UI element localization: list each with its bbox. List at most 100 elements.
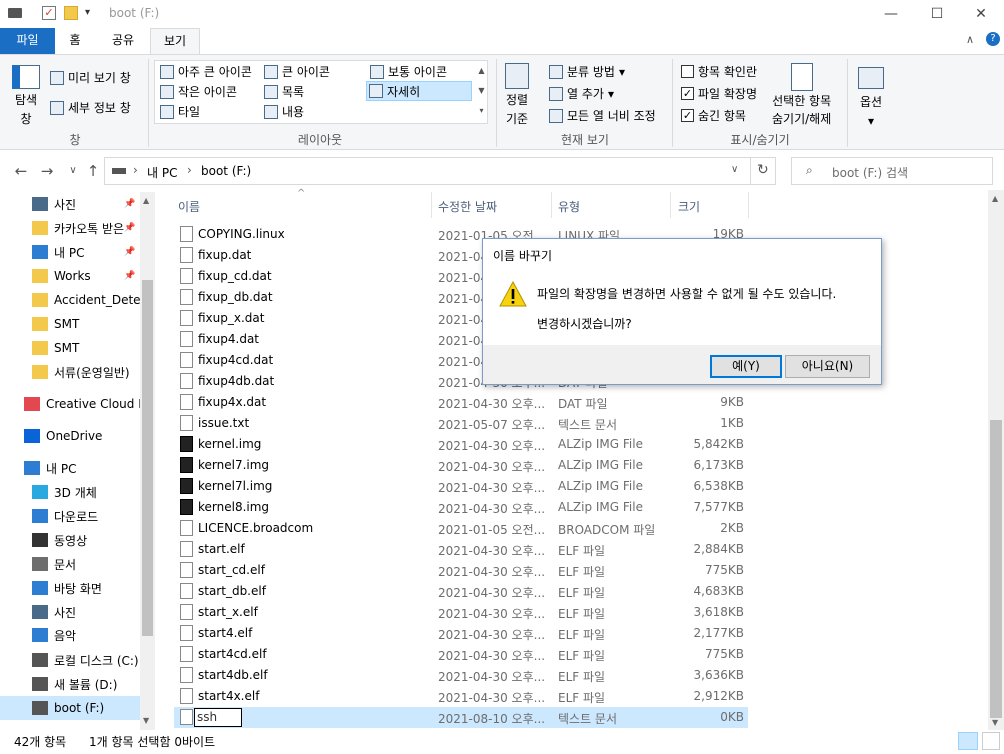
table-row[interactable]: kernel.img 2021-04-30 오후... ALZip IMG File… <box>174 434 748 455</box>
table-row[interactable]: start_db.elf 2021-04-30 오후... ELF 파일 4,683K… <box>174 581 748 602</box>
column-header-type[interactable]: 유형 <box>558 198 580 215</box>
size-all-columns-button[interactable]: 모든 열 너비 조정 <box>549 107 656 124</box>
sidebar-item[interactable]: Accident_Detect <box>0 288 140 312</box>
table-row[interactable]: kernel7l.img 2021-04-30 오후... ALZip IMG Fi… <box>174 476 748 497</box>
nav-scroll-down-icon[interactable]: ▼ <box>143 716 149 725</box>
table-row[interactable]: start4cd.elf 2021-04-30 오후... ELF 파일 775KB <box>174 644 748 665</box>
drive-icon <box>112 168 126 174</box>
tab-home[interactable]: 홈 <box>60 28 90 54</box>
tab-view[interactable]: 보기 <box>150 28 200 54</box>
table-row[interactable]: fixup4x.dat 2021-04-30 오후... DAT 파일 9KB <box>174 392 748 413</box>
sidebar-item[interactable]: 내 PC <box>0 456 140 480</box>
forward-button[interactable]: → <box>36 160 58 182</box>
pin-icon[interactable]: 📌 <box>124 247 135 257</box>
sort-by-button[interactable]: 정렬 기준 <box>505 63 529 127</box>
rename-input[interactable]: ssh <box>194 708 242 727</box>
sidebar-item[interactable]: 내 PC 📌 <box>0 240 140 264</box>
nav-scroll-up-icon[interactable]: ▲ <box>143 196 149 205</box>
sidebar-item[interactable]: Creative Cloud Fil <box>0 392 140 416</box>
layout-medium-icons[interactable]: 보통 아이콘 <box>370 63 447 80</box>
pin-icon[interactable]: 📌 <box>124 271 135 281</box>
layout-content[interactable]: 내용 <box>264 103 304 120</box>
breadcrumb-pc[interactable]: 내 PC <box>147 164 177 181</box>
address-dropdown-icon[interactable]: ∨ <box>731 164 738 175</box>
layout-details[interactable]: 자세히 <box>366 81 472 101</box>
table-row[interactable]: kernel8.img 2021-04-30 오후... ALZip IMG Fil… <box>174 497 748 518</box>
sidebar-item[interactable]: 서류(운영일반) <box>0 360 140 384</box>
no-button[interactable]: 아니요(N) <box>785 355 870 378</box>
item-checkboxes-toggle[interactable]: 항목 확인란 <box>681 63 757 80</box>
list-scroll-up-icon[interactable]: ▲ <box>992 194 998 203</box>
sidebar-item[interactable]: OneDrive <box>0 424 140 448</box>
refresh-icon[interactable]: ↻ <box>757 162 769 178</box>
layout-large-icons[interactable]: 큰 아이콘 <box>264 63 330 80</box>
close-button[interactable]: ✕ <box>958 0 1004 28</box>
pin-icon[interactable]: 📌 <box>124 199 135 209</box>
tab-share[interactable]: 공유 <box>106 28 140 54</box>
new-folder-icon[interactable] <box>64 6 78 20</box>
recent-locations-button[interactable]: ∨ <box>62 160 84 182</box>
table-row[interactable]: start4x.elf 2021-04-30 오후... ELF 파일 2,912KB <box>174 686 748 707</box>
tab-file[interactable]: 파일 <box>0 28 55 54</box>
column-header-size[interactable]: 크기 <box>678 198 700 215</box>
sidebar-item[interactable]: SMT <box>0 336 140 360</box>
layout-extra-large-icons[interactable]: 아주 큰 아이콘 <box>160 63 252 80</box>
yes-button[interactable]: 예(Y) <box>710 355 782 378</box>
maximize-button[interactable]: ☐ <box>914 0 960 28</box>
table-row[interactable]: LICENCE.broadcom 2021-01-05 오전... BROADCOM… <box>174 518 748 539</box>
sidebar-item[interactable]: 사진 📌 <box>0 192 140 216</box>
sidebar-item[interactable]: 다운로드 <box>0 504 140 528</box>
sidebar-item[interactable]: 3D 개체 <box>0 480 140 504</box>
sidebar-item[interactable]: SMT <box>0 312 140 336</box>
properties-icon[interactable]: ✓ <box>42 6 56 20</box>
table-row[interactable]: start_cd.elf 2021-04-30 오후... ELF 파일 775KB <box>174 560 748 581</box>
sidebar-item[interactable]: 사진 <box>0 600 140 624</box>
table-row[interactable]: start4.elf 2021-04-30 오후... ELF 파일 2,177KB <box>174 623 748 644</box>
layout-tiles[interactable]: 타일 <box>160 103 200 120</box>
layout-list[interactable]: 목록 <box>264 83 304 100</box>
preview-pane-button[interactable]: 미리 보기 창 <box>50 69 131 86</box>
sidebar-item[interactable]: 카카오톡 받은 📌 <box>0 216 140 240</box>
hide-selected-button[interactable]: 선택한 항목 숨기기/해제 <box>772 63 831 127</box>
sidebar-item[interactable]: 음악 <box>0 623 140 647</box>
sidebar-item[interactable]: boot (F:) <box>0 696 140 720</box>
table-row-renaming[interactable]: ssh 2021-08-10 오후... 텍스트 문서 0KB <box>174 707 748 728</box>
options-button[interactable]: 옵션 ▾ <box>858 67 884 128</box>
details-view-icon[interactable] <box>958 732 978 750</box>
table-row[interactable]: issue.txt 2021-05-07 오후... 텍스트 문서 1KB <box>174 413 748 434</box>
group-by-button[interactable]: 분류 방법 ▾ <box>549 63 625 80</box>
table-row[interactable]: start4db.elf 2021-04-30 오후... ELF 파일 3,636K… <box>174 665 748 686</box>
up-button[interactable]: ↑ <box>82 160 104 182</box>
file-list-scroll-thumb[interactable] <box>990 420 1002 718</box>
sidebar-item[interactable]: 로컬 디스크 (C:) <box>0 648 140 672</box>
add-columns-button[interactable]: 열 추가 ▾ <box>549 85 614 102</box>
sidebar-item[interactable]: 새 볼륨 (D:) <box>0 672 140 696</box>
search-input[interactable]: ⌕ boot (F:) 검색 <box>791 157 993 185</box>
list-scroll-down-icon[interactable]: ▼ <box>992 718 998 727</box>
quick-access-dropdown-icon[interactable]: ▾ <box>85 6 99 20</box>
large-icons-view-icon[interactable] <box>982 732 1000 750</box>
table-row[interactable]: start.elf 2021-04-30 오후... ELF 파일 2,884KB <box>174 539 748 560</box>
navigation-pane-button[interactable]: 탐색 창 <box>12 65 40 127</box>
sidebar-item[interactable]: 문서 <box>0 552 140 576</box>
details-pane-button[interactable]: 세부 정보 창 <box>50 99 131 116</box>
sidebar-item[interactable]: 바탕 화면 <box>0 576 140 600</box>
breadcrumb-drive[interactable]: boot (F:) <box>201 164 251 178</box>
table-row[interactable]: kernel7.img 2021-04-30 오후... ALZip IMG Fil… <box>174 455 748 476</box>
layout-small-icons[interactable]: 작은 아이콘 <box>160 83 237 100</box>
sidebar-item[interactable]: 동영상 <box>0 528 140 552</box>
file-extensions-toggle[interactable]: ✓ 파일 확장명 <box>681 85 757 102</box>
back-button[interactable]: ← <box>10 160 32 182</box>
help-icon[interactable]: ? <box>986 32 1000 46</box>
table-row[interactable]: start_x.elf 2021-04-30 오후... ELF 파일 3,618KB <box>174 602 748 623</box>
address-bar[interactable]: › 내 PC › boot (F:) ∨ ↻ <box>104 157 776 185</box>
gallery-scroll-icon[interactable]: ▲ ▼ ▾ <box>476 61 487 123</box>
column-header-date[interactable]: 수정한 날짜 <box>438 198 497 215</box>
hidden-items-toggle[interactable]: ✓ 숨긴 항목 <box>681 107 746 124</box>
collapse-ribbon-icon[interactable]: ∧ <box>966 33 974 46</box>
minimize-button[interactable]: — <box>868 0 914 28</box>
column-header-name[interactable]: 이름 <box>178 198 200 215</box>
sidebar-item[interactable]: Works 📌 <box>0 264 140 288</box>
pin-icon[interactable]: 📌 <box>124 223 135 233</box>
nav-scroll-thumb[interactable] <box>142 280 153 636</box>
